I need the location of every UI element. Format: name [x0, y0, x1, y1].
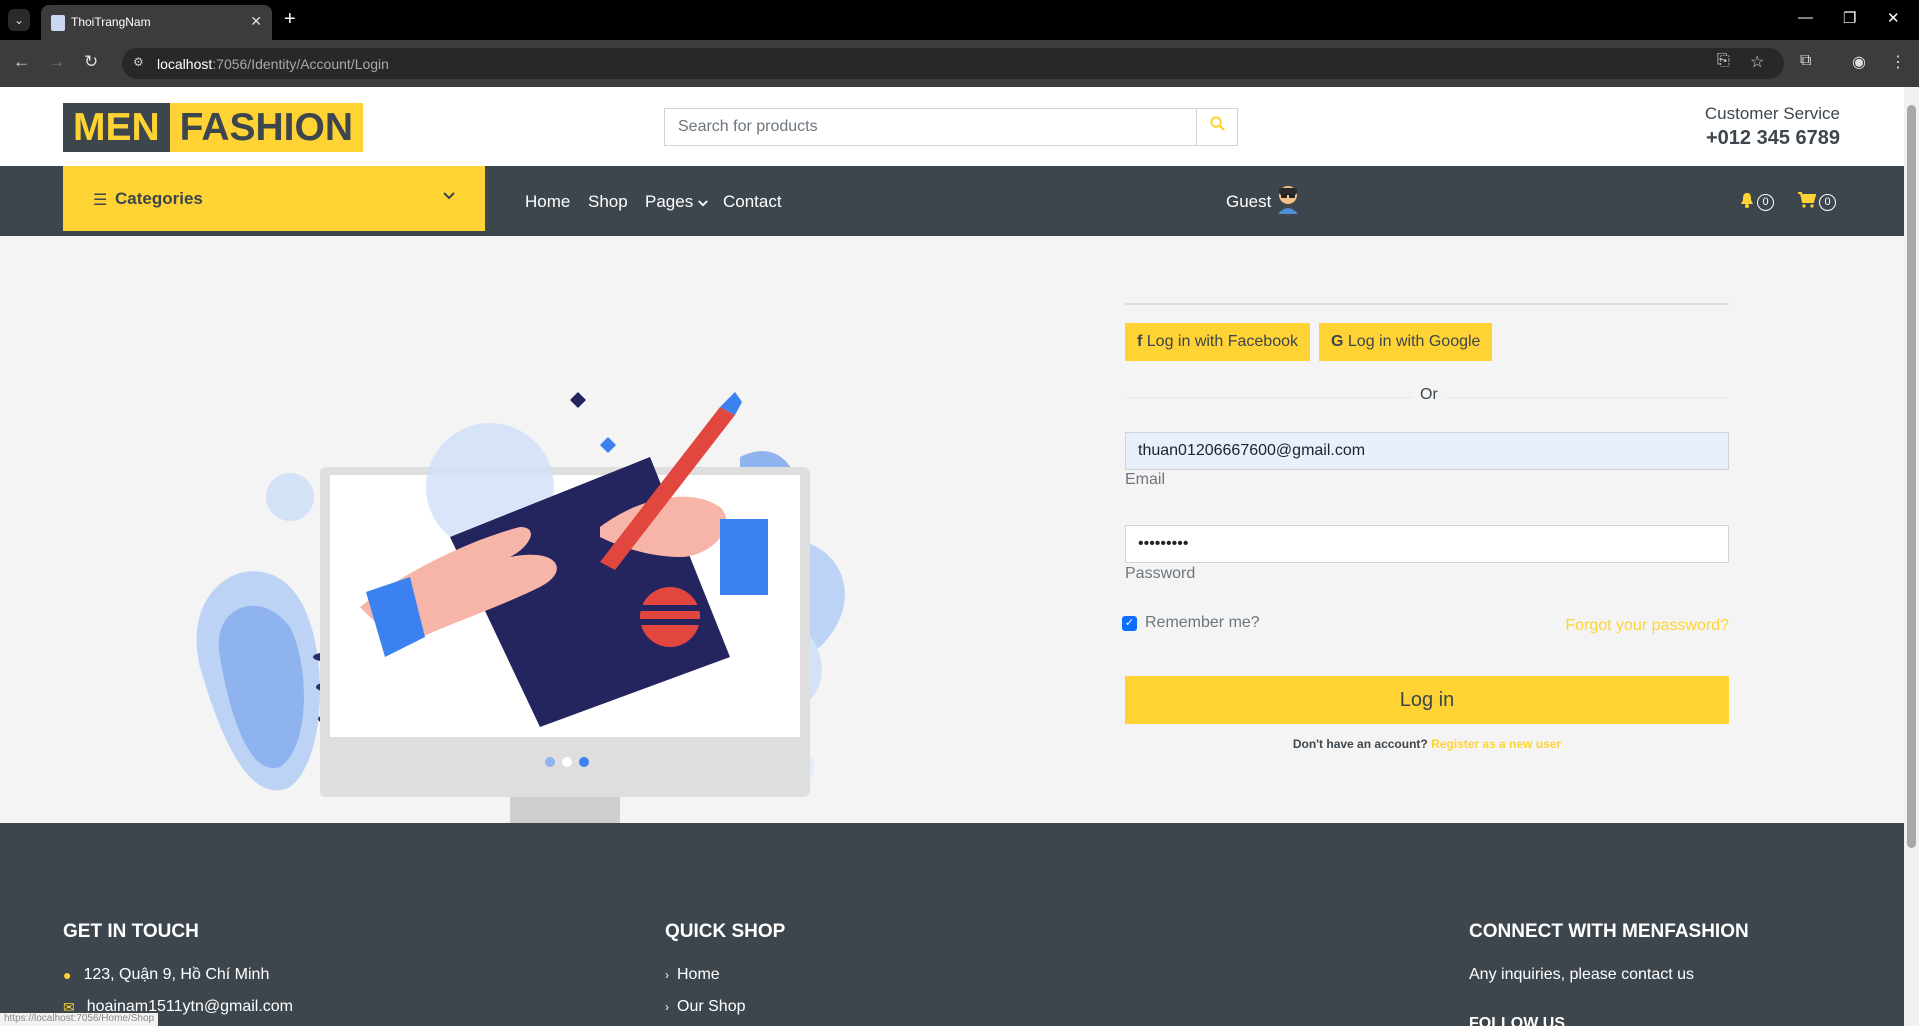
footer-heading-connect: CONNECT WITH MENFASHION	[1469, 921, 1749, 942]
nav-home[interactable]: Home	[525, 192, 570, 212]
chevron-right-icon: ›	[665, 968, 669, 982]
customer-service-label: Customer Service	[1704, 104, 1840, 123]
close-icon[interactable]: ✕	[250, 13, 262, 30]
remember-me-checkbox[interactable]: ✓	[1122, 616, 1137, 631]
profile-icon[interactable]: ◉	[1852, 52, 1866, 72]
categories-dropdown[interactable]: ☰ Categories	[63, 166, 485, 231]
facebook-login-button[interactable]: f Log in with Facebook	[1125, 323, 1310, 361]
facebook-login-label: Log in with Facebook	[1146, 333, 1298, 350]
remember-me-label[interactable]: Remember me?	[1145, 614, 1260, 632]
password-label: Password	[1125, 565, 1196, 582]
site-info-icon[interactable]: ⚙	[133, 55, 149, 71]
restore-icon[interactable]: ❐	[1843, 9, 1856, 27]
menu-icon[interactable]: ⋮	[1890, 52, 1906, 72]
footer-heading-quick-shop: QUICK SHOP	[665, 921, 786, 942]
minimize-icon[interactable]: —	[1798, 9, 1813, 26]
footer-connect-text: Any inquiries, please contact us	[1469, 966, 1695, 983]
site-footer: GET IN TOUCH ● 123, Quận 9, Hồ Chí Minh …	[0, 823, 1904, 1026]
page-icon	[51, 15, 65, 31]
bars-icon: ☰	[93, 192, 108, 209]
tab-search-button[interactable]: ⌄	[8, 9, 30, 31]
forgot-password-link[interactable]: Forgot your password?	[1565, 617, 1729, 635]
footer-address-text: 123, Quận 9, Hồ Chí Minh	[83, 966, 270, 983]
cart-icon	[1798, 192, 1817, 213]
register-prompt-text: Don't have an account?	[1292, 737, 1428, 751]
status-bar-url: https://localhost:7056/Home/Shop	[0, 1013, 159, 1026]
main-navbar: ☰ Categories Home Shop Pages Contact Gue…	[0, 166, 1904, 236]
search-icon	[1209, 116, 1225, 135]
footer-link-home-label: Home	[677, 966, 720, 983]
page-content: MEN FASHION Customer Service +012 345 67…	[0, 87, 1904, 1026]
forward-icon[interactable]: →	[48, 52, 65, 72]
bell-icon	[1740, 192, 1754, 213]
google-icon: G	[1331, 333, 1344, 350]
password-field[interactable]	[1125, 525, 1729, 563]
browser-tab[interactable]: ThoiTrangNam ✕	[41, 5, 272, 40]
browser-tabbar: ⌄ ThoiTrangNam ✕ + — ❐ ✕	[0, 0, 1919, 40]
login-button[interactable]: Log in	[1125, 676, 1729, 724]
star-icon[interactable]: ☆	[1750, 52, 1764, 72]
new-tab-button[interactable]: +	[284, 8, 296, 31]
url-text: localhost:7056/Identity/Account/Login	[157, 56, 389, 72]
cart-count: 0	[1819, 194, 1836, 211]
register-prompt: Don't have an account? Register as a new…	[1125, 737, 1729, 751]
chevron-right-icon: ›	[665, 1000, 669, 1014]
notification-count: 0	[1757, 194, 1774, 211]
url-path: :7056/Identity/Account/Login	[212, 56, 389, 72]
tab-title: ThoiTrangNam	[71, 15, 151, 29]
nav-pages[interactable]: Pages	[645, 192, 708, 212]
map-marker-icon: ●	[63, 967, 72, 983]
email-label: Email	[1125, 471, 1166, 488]
close-window-icon[interactable]: ✕	[1887, 9, 1900, 27]
cart[interactable]: 0	[1798, 192, 1836, 213]
scrollbar-thumb[interactable]	[1907, 105, 1916, 848]
url-host: localhost	[157, 56, 213, 72]
form-divider	[1125, 303, 1729, 305]
back-icon[interactable]: ←	[13, 52, 30, 72]
extensions-icon[interactable]: ⧉	[1800, 52, 1811, 70]
reload-icon[interactable]: ↻	[84, 52, 98, 72]
email-field[interactable]	[1125, 432, 1729, 470]
footer-link-home[interactable]: › Home	[665, 966, 720, 984]
search-input[interactable]	[664, 108, 1197, 146]
chevron-down-icon	[698, 200, 708, 207]
notifications[interactable]: 0	[1740, 192, 1774, 213]
nav-shop[interactable]: Shop	[588, 192, 628, 212]
google-login-button[interactable]: G Log in with Google	[1319, 323, 1493, 361]
register-link[interactable]: Register as a new user	[1431, 737, 1561, 751]
address-bar[interactable]: ⚙ localhost:7056/Identity/Account/Login	[122, 48, 1784, 79]
facebook-icon: f	[1137, 333, 1143, 350]
customer-service-phone: +012 345 6789	[1705, 127, 1840, 149]
search-button[interactable]	[1196, 108, 1238, 146]
nav-pages-label: Pages	[645, 192, 694, 211]
login-illustration	[196, 392, 845, 847]
page-scrollbar[interactable]	[1904, 87, 1919, 1026]
site-logo[interactable]: MEN FASHION	[63, 103, 364, 152]
or-label: Or	[1412, 386, 1446, 404]
chevron-down-icon	[443, 188, 455, 203]
logo-part-men: MEN	[63, 103, 170, 152]
nav-contact[interactable]: Contact	[723, 192, 782, 212]
categories-label: Categories	[115, 189, 203, 208]
footer-follow-us: FOLLOW US	[1469, 1015, 1565, 1026]
logo-part-fashion: FASHION	[169, 103, 364, 152]
browser-toolbar: ← → ↻ ⚙ localhost:7056/Identity/Account/…	[0, 40, 1919, 87]
avatar[interactable]	[1275, 184, 1301, 214]
footer-address: ● 123, Quận 9, Hồ Chí Minh	[63, 966, 269, 984]
translate-icon[interactable]: ⎘	[1717, 52, 1730, 70]
user-name[interactable]: Guest	[1226, 192, 1271, 212]
footer-link-our-shop-label: Our Shop	[677, 998, 746, 1015]
footer-link-our-shop[interactable]: › Our Shop	[665, 998, 745, 1016]
site-header: MEN FASHION Customer Service +012 345 67…	[0, 87, 1904, 166]
google-login-label: Log in with Google	[1347, 333, 1481, 350]
footer-heading-get-in-touch: GET IN TOUCH	[63, 921, 199, 942]
